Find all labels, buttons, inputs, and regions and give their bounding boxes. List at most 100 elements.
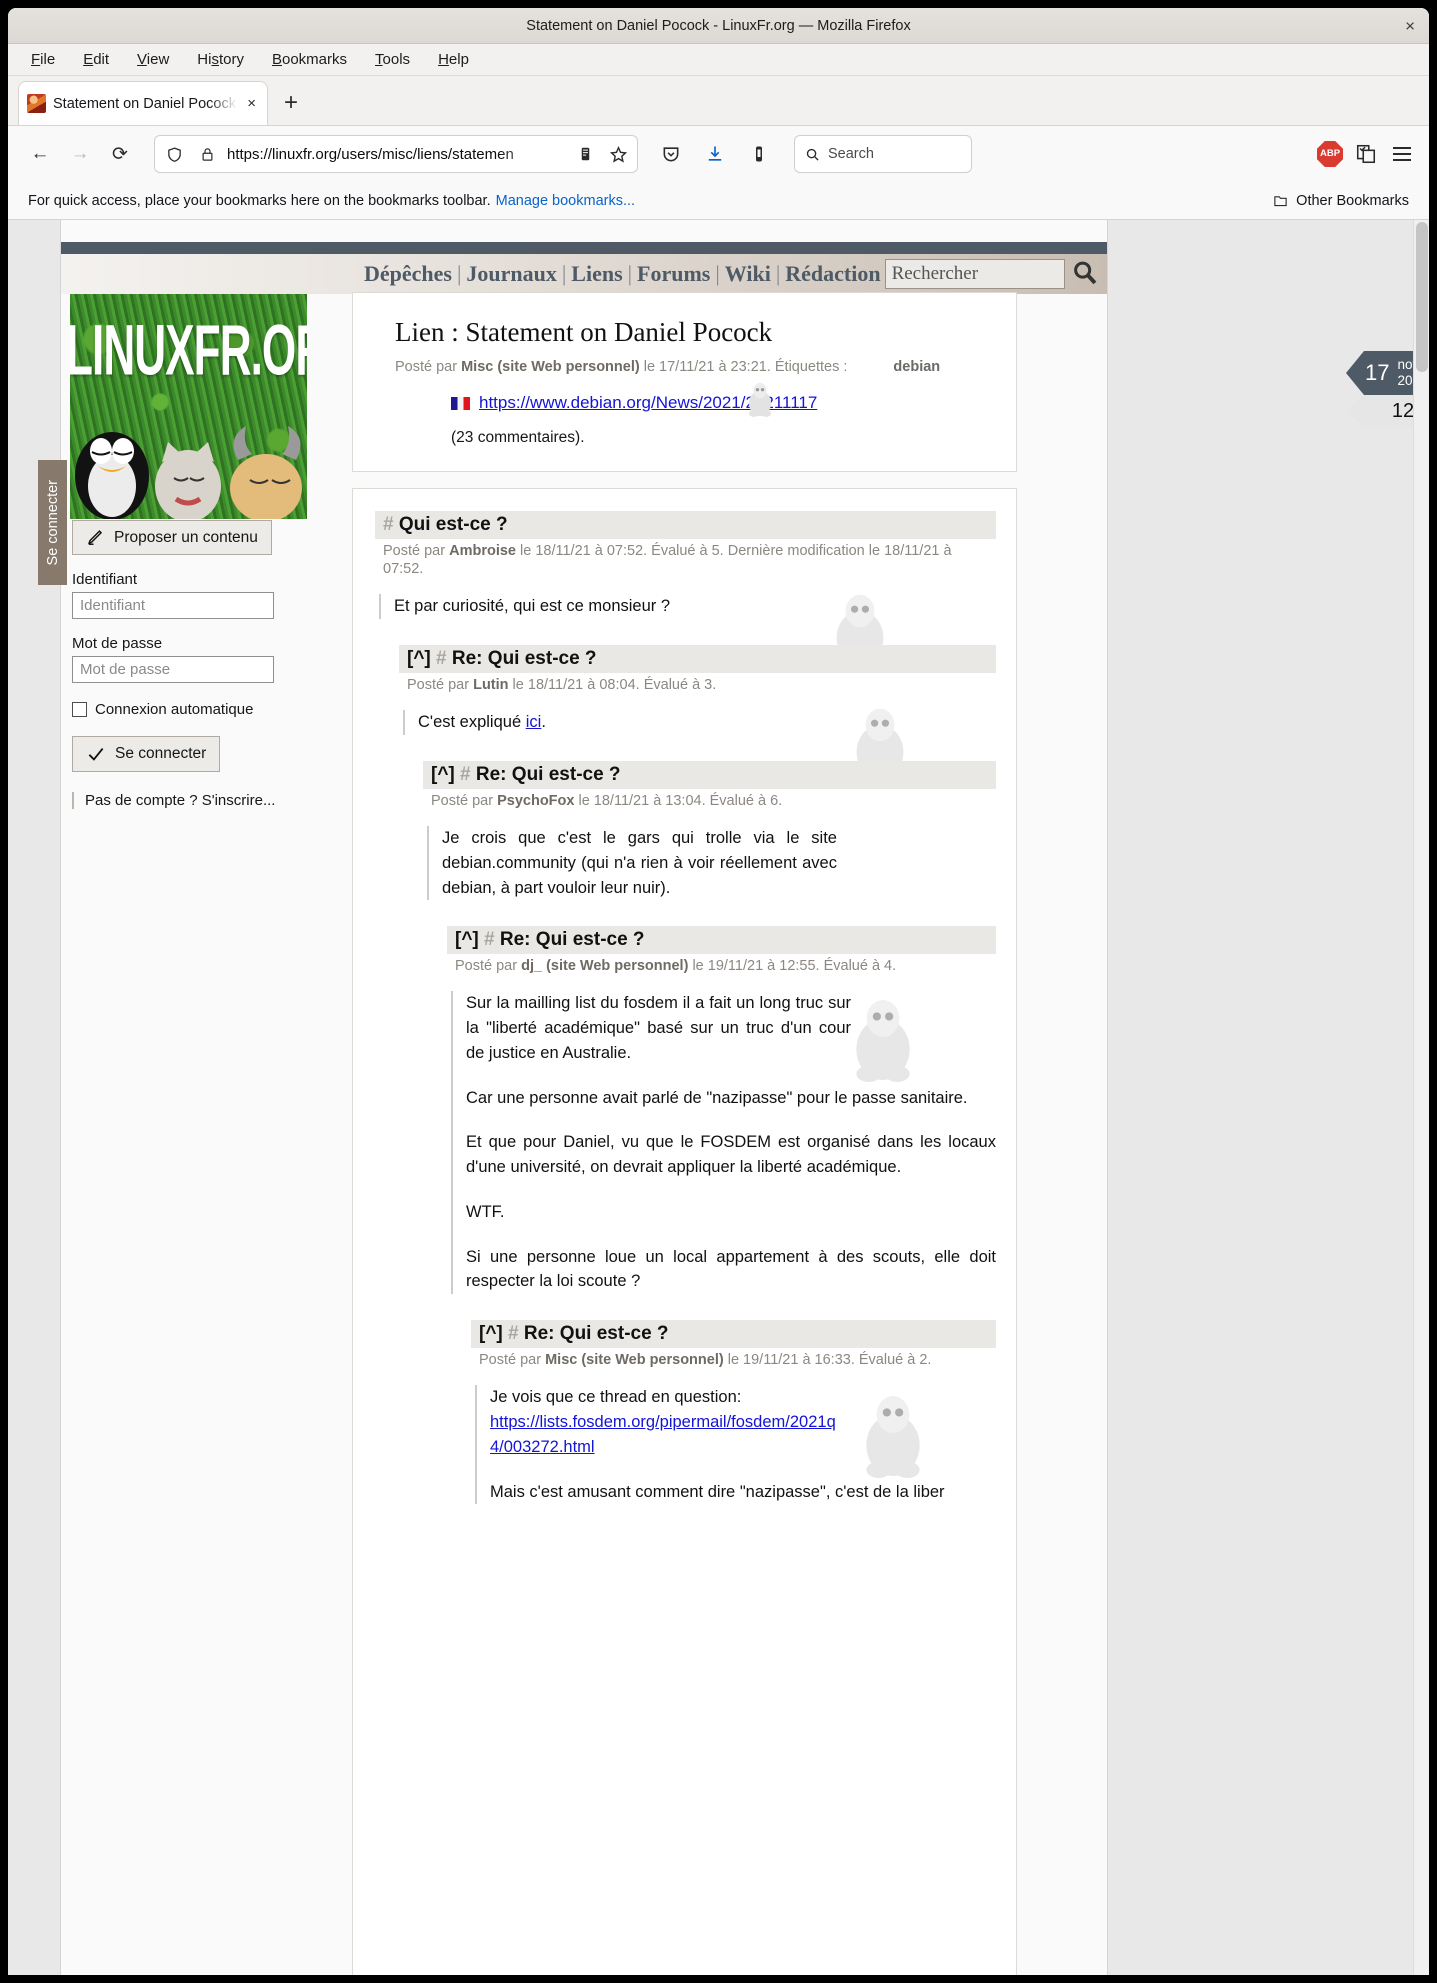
comment-thread-reply: [^] # Re: Qui est-ce ? Posté par Misc (s…: [471, 1320, 996, 1505]
comment-title: Re: Qui est-ce ?: [475, 763, 621, 785]
reader-view-icon[interactable]: [572, 141, 598, 167]
bookmarks-hint: For quick access, place your bookmarks h…: [28, 192, 491, 209]
tab-close-icon[interactable]: ×: [244, 95, 259, 112]
tux-icon: [856, 1000, 910, 1083]
menu-edit[interactable]: Edit: [74, 48, 118, 71]
comment-header: [^] # Re: Qui est-ce ?: [423, 760, 996, 789]
article-author[interactable]: Misc (site Web personnel): [461, 359, 640, 375]
comment-anchor-icon[interactable]: #: [436, 648, 447, 669]
propose-content-button[interactable]: Proposer un contenu: [72, 520, 272, 555]
site-search-input[interactable]: Rechercher: [884, 259, 1065, 289]
comment-parent-link[interactable]: [^]: [455, 929, 479, 950]
comment-parent-link[interactable]: [^]: [479, 1323, 503, 1344]
nav-link-forums[interactable]: Forums: [637, 261, 710, 286]
back-icon[interactable]: ←: [22, 137, 58, 171]
date-day: 17: [1365, 360, 1390, 385]
comment-parent-link[interactable]: [^]: [431, 764, 455, 785]
comment-body: Sur la mailling list du fosdem il a fait…: [451, 991, 996, 1295]
extension-icon[interactable]: [1353, 141, 1379, 167]
download-icon[interactable]: [702, 141, 728, 167]
identifier-input[interactable]: Identifiant: [72, 592, 274, 619]
comment-title: Re: Qui est-ce ?: [523, 1323, 669, 1345]
comment-author[interactable]: Lutin: [473, 677, 508, 693]
site-search-icon[interactable]: [1071, 259, 1101, 289]
comment-body: Je crois que c'est le gars qui trolle vi…: [427, 826, 837, 901]
comment-anchor-icon[interactable]: #: [508, 1323, 519, 1344]
comment-author[interactable]: Ambroise: [449, 543, 516, 559]
bookmark-star-icon[interactable]: [605, 141, 631, 167]
auto-login-checkbox[interactable]: [72, 702, 87, 717]
menu-history[interactable]: History: [188, 48, 253, 71]
nav-link-liens[interactable]: Liens: [571, 261, 622, 286]
other-bookmarks-button[interactable]: Other Bookmarks: [1272, 193, 1409, 209]
nav-link-wiki[interactable]: Wiki: [725, 261, 771, 286]
manage-bookmarks-link[interactable]: Manage bookmarks...: [496, 193, 635, 209]
comment-body: C'est expliqué ici.: [403, 708, 996, 781]
comment-paragraph: Je vois que ce thread en question: https…: [490, 1385, 848, 1459]
login-submit-label: Se connecter: [115, 745, 207, 762]
forward-icon[interactable]: →: [62, 137, 98, 171]
article-meta: Posté par Misc (site Web personnel) le 1…: [395, 359, 1016, 375]
comment-thread-reply: [^] # Re: Qui est-ce ? Posté par dj_ (si…: [447, 926, 996, 1505]
nav-link-journaux[interactable]: Journaux: [466, 261, 556, 286]
comment-header: # Qui est-ce ?: [375, 511, 996, 539]
article-tag-debian[interactable]: debian: [893, 359, 940, 375]
menu-file[interactable]: File: [22, 48, 64, 71]
tux-icon: [748, 382, 772, 417]
comment-author[interactable]: Misc (site Web personnel): [545, 1352, 724, 1368]
comment-anchor-icon[interactable]: #: [460, 764, 471, 785]
auto-login-label: Connexion automatique: [95, 701, 254, 718]
app-menu-icon[interactable]: [1389, 141, 1415, 167]
nav-link-redaction[interactable]: Rédaction: [785, 261, 880, 286]
firefox-window: Statement on Daniel Pocock - LinuxFr.org…: [8, 8, 1429, 1975]
auto-login-row[interactable]: Connexion automatique: [72, 701, 304, 718]
comment-anchor-icon[interactable]: #: [484, 929, 495, 950]
comment-paragraph: Sur la mailling list du fosdem il a fait…: [466, 994, 851, 1062]
comment-author[interactable]: PsychoFox: [497, 793, 574, 809]
menu-help[interactable]: Help: [429, 48, 478, 71]
window-titlebar: Statement on Daniel Pocock - LinuxFr.org…: [8, 8, 1429, 44]
url-bar[interactable]: https://linuxfr.org/users/misc/liens/sta…: [154, 135, 638, 173]
login-side-tab[interactable]: Se connecter: [38, 460, 67, 585]
menu-view[interactable]: View: [128, 48, 178, 71]
nav-link-depeches[interactable]: Dépêches: [364, 261, 452, 286]
password-input[interactable]: Mot de passe: [72, 656, 274, 683]
comment-thread-reply: [^] # Re: Qui est-ce ? Posté par PsychoF…: [423, 760, 996, 1505]
site-logo[interactable]: LINUXFR.ORG: [70, 294, 307, 519]
login-submit-button[interactable]: Se connecter: [72, 736, 221, 772]
tab-statement-on-daniel-pocock[interactable]: Statement on Daniel Pocock ×: [18, 81, 268, 125]
reload-icon[interactable]: ⟳: [102, 137, 138, 171]
comment-parent-link[interactable]: [^]: [407, 648, 431, 669]
lock-icon[interactable]: [194, 141, 220, 167]
check-icon: [88, 748, 104, 761]
comment-meta-prefix: Posté par: [383, 543, 450, 559]
comment-inline-link[interactable]: https://lists.fosdem.org/pipermail/fosde…: [490, 1413, 836, 1456]
article-external-link-row: https://www.debian.org/News/2021/2021111…: [451, 382, 1016, 417]
window-close-icon[interactable]: ×: [1405, 17, 1415, 34]
menu-tools[interactable]: Tools: [366, 48, 419, 71]
comment-title: Re: Qui est-ce ?: [451, 648, 597, 669]
signup-link[interactable]: Pas de compte ? S'inscrire...: [72, 792, 304, 809]
comment-meta: Posté par dj_ (site Web personnel) le 19…: [447, 954, 996, 975]
menu-bookmarks[interactable]: Bookmarks: [263, 48, 356, 71]
french-flag-icon: [451, 396, 470, 410]
comment-inline-link[interactable]: ici: [526, 713, 542, 731]
comment-body: Je vois que ce thread en question: https…: [475, 1385, 996, 1505]
adblock-plus-icon[interactable]: ABP: [1317, 141, 1343, 167]
article-meta-suffix: le 17/11/21 à 23:21. Étiquettes :: [639, 359, 848, 375]
comment-anchor-icon[interactable]: #: [383, 514, 394, 535]
new-tab-button[interactable]: +: [284, 91, 298, 115]
page-scrollbar[interactable]: [1413, 220, 1429, 1975]
comment-author[interactable]: dj_ (site Web personnel): [521, 958, 688, 974]
toolbar-right-buttons: ABP: [1317, 141, 1415, 167]
save-to-device-icon[interactable]: [746, 141, 772, 167]
comment-meta-prefix: Posté par: [479, 1352, 546, 1369]
browser-search-box[interactable]: Search: [794, 135, 972, 173]
identifier-label: Identifiant: [72, 571, 138, 588]
pencil-icon: [88, 530, 103, 545]
pocket-icon[interactable]: [658, 141, 684, 167]
page-viewport: Dépêches | Journaux | Liens | Forums | Wiki | Réda…: [8, 220, 1429, 1975]
propose-content-label: Proposer un contenu: [114, 528, 258, 546]
page-scrollbar-thumb[interactable]: [1416, 222, 1428, 372]
shield-icon[interactable]: [161, 141, 187, 167]
